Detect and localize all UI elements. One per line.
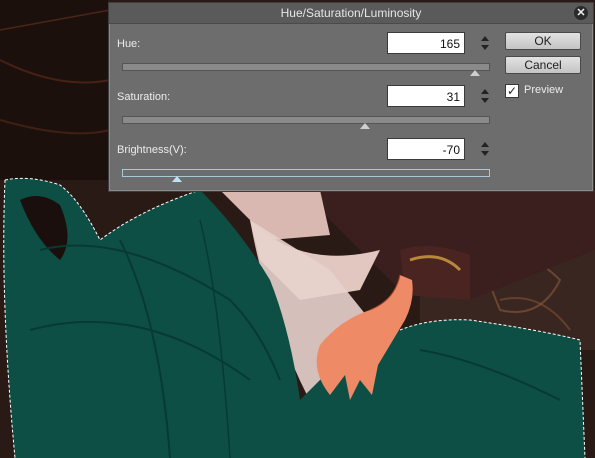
brightness-spinner-icon[interactable]: [478, 138, 492, 160]
saturation-value-input[interactable]: 31: [387, 85, 465, 107]
dialog-title: Hue/Saturation/Luminosity: [280, 6, 422, 20]
hue-value-input[interactable]: 165: [387, 32, 465, 54]
hue-spinner-icon[interactable]: [478, 32, 492, 54]
brightness-label: Brightness(V):: [117, 144, 187, 156]
hue-label: Hue:: [117, 38, 141, 50]
ok-button[interactable]: OK: [505, 32, 581, 50]
hue-saturation-dialog: Hue/Saturation/Luminosity ✕ Hue: 165 Sat…: [108, 2, 594, 192]
saturation-spinner-icon[interactable]: [478, 85, 492, 107]
saturation-slider-track[interactable]: [122, 116, 490, 124]
hue-slider-track[interactable]: [122, 63, 490, 71]
close-icon[interactable]: ✕: [574, 6, 588, 20]
brightness-value-input[interactable]: -70: [387, 138, 465, 160]
preview-label: Preview: [524, 84, 564, 96]
saturation-label: Saturation:: [117, 91, 171, 103]
hue-slider-thumb[interactable]: [470, 70, 481, 76]
dialog-titlebar[interactable]: Hue/Saturation/Luminosity ✕: [109, 3, 593, 24]
preview-checkbox[interactable]: ✓: [505, 84, 519, 98]
cancel-button[interactable]: Cancel: [505, 56, 581, 74]
brightness-slider-thumb[interactable]: [172, 176, 183, 182]
saturation-slider-thumb[interactable]: [359, 123, 370, 129]
